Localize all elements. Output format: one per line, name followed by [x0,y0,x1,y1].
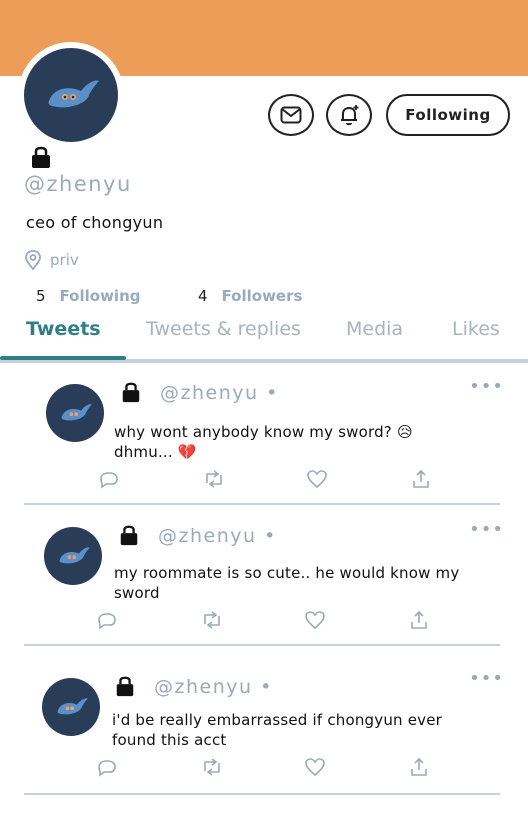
location-pin-icon [25,250,41,270]
tweet-avatar[interactable] [42,678,100,736]
blue-creature-icon [48,80,99,108]
more-options-icon[interactable]: ••• [469,376,504,397]
profile-avatar[interactable] [18,42,124,148]
mail-icon [280,106,302,124]
profile-tabs: Tweets Tweets & replies Media Likes [0,318,528,358]
tab-media[interactable]: Media [346,318,403,340]
followers-stat[interactable]: 4 Followers [198,287,302,305]
share-icon[interactable] [408,756,432,780]
tweet-text: my roommate is so cute.. he would know m… [114,564,460,602]
following-label: Following [59,287,141,305]
notifications-button[interactable] [326,94,372,136]
message-button[interactable] [268,94,314,136]
profile-bio: ceo of chongyun [26,213,164,232]
followers-count: 4 [198,287,208,305]
blue-creature-icon [57,698,88,715]
tweet-item[interactable]: ••• @zhenyu • my roommate is so cute.. h… [0,519,528,659]
lock-icon [120,380,142,408]
reply-icon[interactable] [96,756,120,780]
share-icon[interactable] [410,468,434,492]
tweet-text: why wont anybody know my sword? 😥 dhmu..… [114,423,413,461]
retweet-icon[interactable] [200,609,224,633]
tab-tweets-replies[interactable]: Tweets & replies [146,318,301,340]
lock-icon [118,523,140,551]
tweet-avatar[interactable] [46,384,104,442]
location-text: priv [50,251,79,269]
blue-creature-icon [61,404,92,421]
retweet-icon[interactable] [200,756,224,780]
following-stat[interactable]: 5 Following [36,287,141,305]
tweet-divider [24,503,500,505]
blue-creature-icon [59,547,90,564]
tweet-item[interactable]: ••• @zhenyu • why wont anybody know my s… [0,376,528,516]
profile-handle: @zhenyu [24,172,132,196]
like-icon[interactable] [306,468,330,492]
reply-icon[interactable] [98,468,122,492]
more-options-icon[interactable]: ••• [469,519,504,540]
tweet-actions [96,609,436,633]
tweet-handle[interactable]: @zhenyu • [160,382,279,404]
tweet-handle[interactable]: @zhenyu • [154,676,273,698]
active-tab-indicator [0,356,126,360]
more-options-icon[interactable]: ••• [469,668,504,689]
followers-label: Followers [221,287,303,305]
share-icon[interactable] [408,609,432,633]
tweet-divider [24,644,500,646]
tweet-text: i'd be really embarrassed if chongyun ev… [112,711,443,749]
tweet-actions [96,756,436,780]
tweet-actions [98,468,438,492]
tab-likes[interactable]: Likes [452,318,500,340]
retweet-icon[interactable] [202,468,226,492]
lock-icon [28,144,54,174]
following-button[interactable]: Following [386,94,510,136]
reply-icon[interactable] [96,609,120,633]
tweet-avatar[interactable] [44,527,102,585]
tab-tweets[interactable]: Tweets [26,318,101,340]
tweet-item[interactable]: ••• @zhenyu • i'd be really embarrassed … [0,668,528,808]
tweet-divider [24,793,500,795]
like-icon[interactable] [304,756,328,780]
tweet-handle[interactable]: @zhenyu • [158,525,277,547]
lock-icon [114,674,136,702]
following-count: 5 [36,287,46,305]
bell-plus-icon [341,105,359,126]
like-icon[interactable] [304,609,328,633]
profile-location: priv [24,250,79,270]
